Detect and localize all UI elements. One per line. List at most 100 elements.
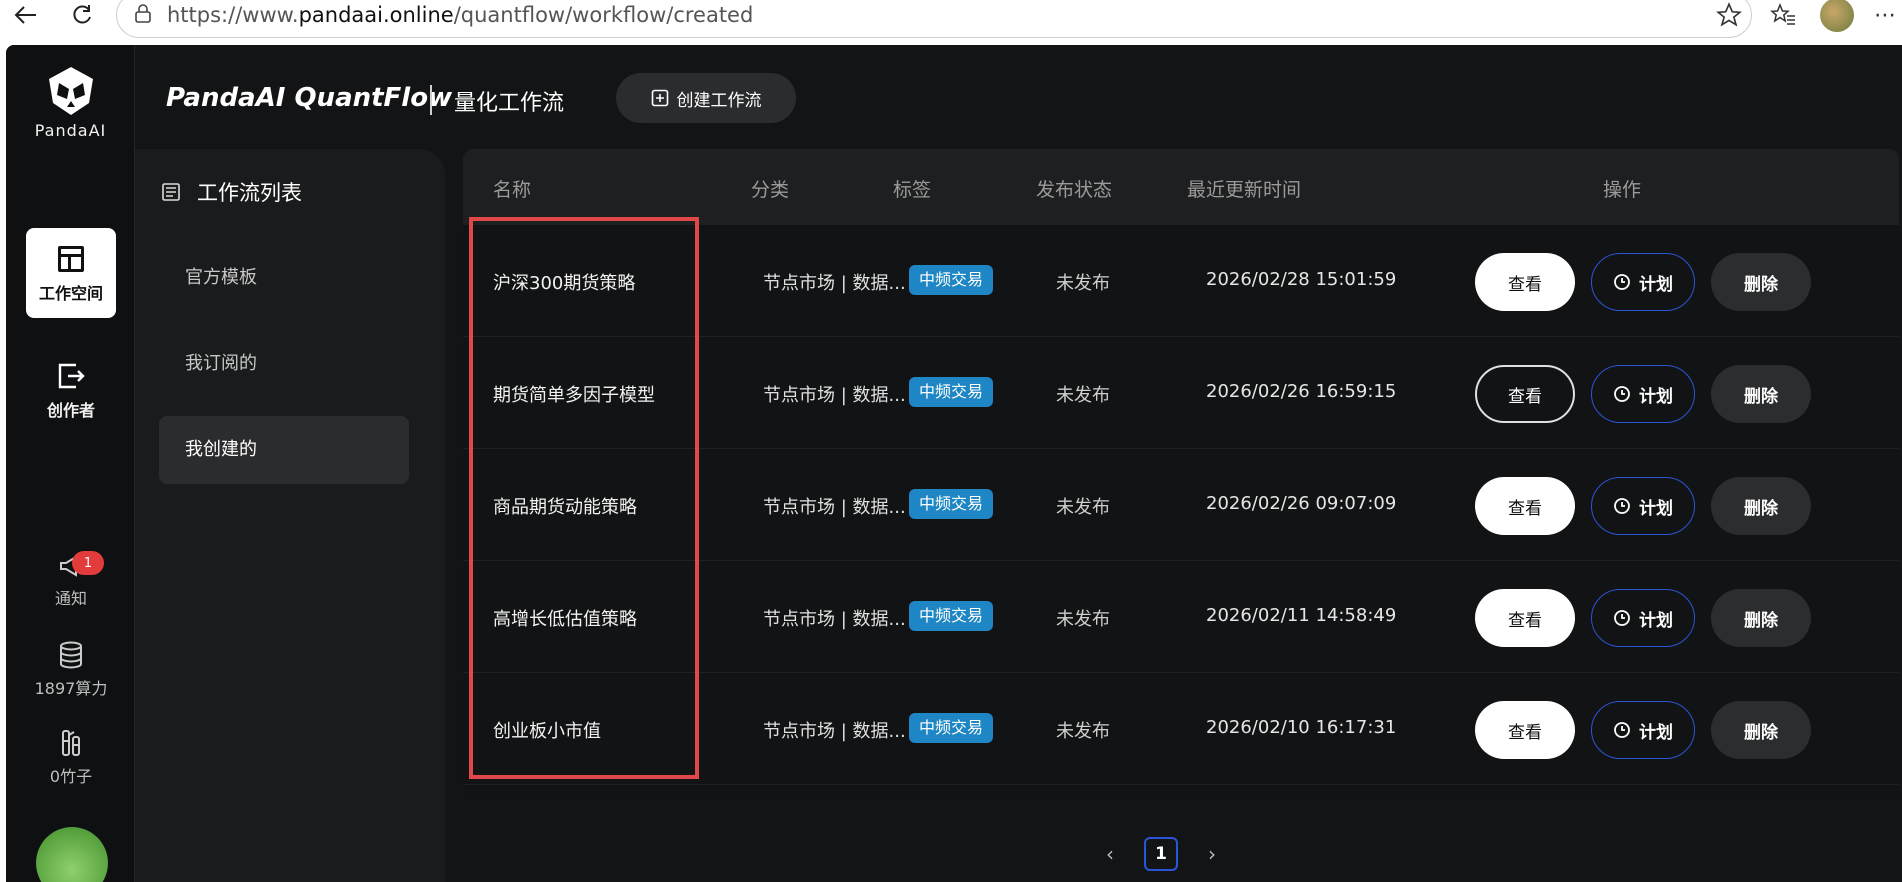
- view-label: 查看: [1508, 722, 1542, 743]
- row-updated-time: 2026/02/28 15:01:59: [1206, 269, 1397, 290]
- rail-label-creator: 创作者: [46, 401, 95, 420]
- plan-label: 计划: [1639, 498, 1673, 519]
- rail-label-notify: 通知: [54, 589, 87, 608]
- rail-label-power: 1897算力: [34, 679, 108, 698]
- view-label: 查看: [1508, 274, 1542, 295]
- view-label: 查看: [1508, 498, 1542, 519]
- plan-label: 计划: [1639, 274, 1673, 295]
- plan-label: 计划: [1639, 610, 1673, 631]
- view-button[interactable]: 查看: [1475, 589, 1575, 647]
- view-button[interactable]: 查看: [1475, 365, 1575, 423]
- back-icon[interactable]: [6, 0, 46, 30]
- row-tag-badge: 中频交易: [909, 377, 994, 407]
- row-status: 未发布: [1056, 497, 1110, 518]
- list-doc-icon: [162, 183, 180, 201]
- rail-item-workspace[interactable]: 工作空间: [26, 228, 116, 318]
- row-status: 未发布: [1056, 721, 1110, 742]
- delete-button[interactable]: 删除: [1711, 701, 1811, 759]
- panel-item-created[interactable]: 我创建的: [159, 416, 409, 484]
- logo[interactable]: PandaAI: [6, 65, 135, 140]
- plan-button[interactable]: 计划: [1591, 701, 1695, 759]
- view-button[interactable]: 查看: [1475, 253, 1575, 311]
- rail-item-bamboo[interactable]: 0竹子: [26, 729, 116, 787]
- header-tag: 标签: [893, 179, 932, 201]
- plan-label: 计划: [1639, 722, 1673, 743]
- user-avatar[interactable]: [36, 827, 108, 882]
- plan-button[interactable]: 计划: [1591, 253, 1695, 311]
- row-category: 节点市场 | 数据...: [763, 609, 906, 630]
- delete-label: 删除: [1744, 274, 1778, 295]
- delete-label: 删除: [1744, 498, 1778, 519]
- next-page-icon[interactable]: ›: [1208, 842, 1216, 866]
- row-status: 未发布: [1056, 609, 1110, 630]
- header-category: 分类: [751, 179, 790, 201]
- row-category: 节点市场 | 数据...: [763, 385, 906, 406]
- more-icon[interactable]: ⋯: [1868, 0, 1902, 30]
- row-updated-time: 2026/02/11 14:58:49: [1206, 605, 1397, 626]
- delete-label: 删除: [1744, 610, 1778, 631]
- delete-button[interactable]: 删除: [1711, 253, 1811, 311]
- prev-page-icon[interactable]: ‹: [1106, 842, 1114, 866]
- header-divider: [430, 85, 432, 115]
- create-workflow-label: 创建工作流: [676, 90, 762, 111]
- browser-profile-avatar[interactable]: [1820, 0, 1854, 32]
- delete-button[interactable]: 删除: [1711, 477, 1811, 535]
- view-button[interactable]: 查看: [1475, 701, 1575, 759]
- clock-icon: [1614, 274, 1630, 290]
- logo-text: PandaAI: [34, 121, 107, 140]
- plan-button[interactable]: 计划: [1591, 589, 1695, 647]
- rail-label-bamboo: 0竹子: [49, 767, 93, 786]
- panel-item-official[interactable]: 官方模板: [159, 244, 409, 312]
- left-rail: PandaAI 工作空间 创作者 通知 1 1897算力 0竹子: [6, 45, 135, 882]
- rail-item-power[interactable]: 1897算力: [26, 641, 116, 699]
- row-tag-badge: 中频交易: [909, 265, 994, 295]
- row-updated-time: 2026/02/10 16:17:31: [1206, 717, 1397, 738]
- header-time: 最近更新时间: [1187, 179, 1302, 201]
- row-category: 节点市场 | 数据...: [763, 497, 906, 518]
- create-workflow-button[interactable]: 创建工作流: [616, 73, 796, 123]
- delete-label: 删除: [1744, 386, 1778, 407]
- app-window: PandaAI 工作空间 创作者 通知 1 1897算力 0竹子 PandaAI…: [6, 45, 1902, 882]
- row-updated-time: 2026/02/26 16:59:15: [1206, 381, 1397, 402]
- panel-title: 工作流列表: [161, 177, 302, 207]
- row-tag-badge: 中频交易: [909, 713, 994, 743]
- database-icon: [60, 641, 82, 669]
- page-number-current[interactable]: 1: [1144, 837, 1178, 871]
- plus-square-icon: [651, 89, 668, 107]
- star-icon[interactable]: [1714, 0, 1744, 30]
- browser-toolbar: https://www. pandaai.online/quantflow/wor…: [0, 0, 1902, 40]
- delete-button[interactable]: 删除: [1711, 589, 1811, 647]
- pagination: ‹ 1 ›: [1106, 837, 1216, 871]
- url-path: /quantflow/workflow/created: [453, 3, 754, 27]
- clock-icon: [1614, 386, 1630, 402]
- panel-title-text: 工作流列表: [197, 181, 302, 205]
- header-actions: 操作: [1603, 179, 1642, 201]
- panda-logo-icon: [48, 67, 93, 115]
- exit-box-icon: [58, 363, 85, 389]
- address-bar[interactable]: https://www. pandaai.online/quantflow/wor…: [116, 0, 1752, 38]
- panel-item-subscribed[interactable]: 我订阅的: [159, 330, 409, 398]
- row-tag-badge: 中频交易: [909, 601, 994, 631]
- clock-icon: [1614, 498, 1630, 514]
- table-header: 名称 分类 标签 发布状态 最近更新时间 操作: [463, 149, 1899, 225]
- delete-button[interactable]: 删除: [1711, 365, 1811, 423]
- reload-icon[interactable]: [62, 0, 102, 30]
- plan-button[interactable]: 计划: [1591, 477, 1695, 535]
- url-prefix: https://www.: [167, 3, 299, 27]
- rail-item-creator[interactable]: 创作者: [26, 361, 116, 421]
- rail-label-workspace: 工作空间: [38, 284, 103, 303]
- view-button[interactable]: 查看: [1475, 477, 1575, 535]
- favorites-icon[interactable]: [1766, 0, 1800, 30]
- clock-icon: [1614, 722, 1630, 738]
- app-title: PandaAI QuantFlow: [166, 83, 453, 113]
- plan-button[interactable]: 计划: [1591, 365, 1695, 423]
- lock-icon[interactable]: [133, 4, 155, 26]
- app-subtitle: 量化工作流: [454, 91, 565, 116]
- row-tag-badge: 中频交易: [909, 489, 994, 519]
- header-status: 发布状态: [1036, 179, 1113, 201]
- row-status: 未发布: [1056, 385, 1110, 406]
- plan-label: 计划: [1639, 386, 1673, 407]
- header-name: 名称: [493, 179, 532, 201]
- url-host: pandaai.online: [298, 3, 454, 27]
- annotation-highlight-box: [469, 217, 699, 779]
